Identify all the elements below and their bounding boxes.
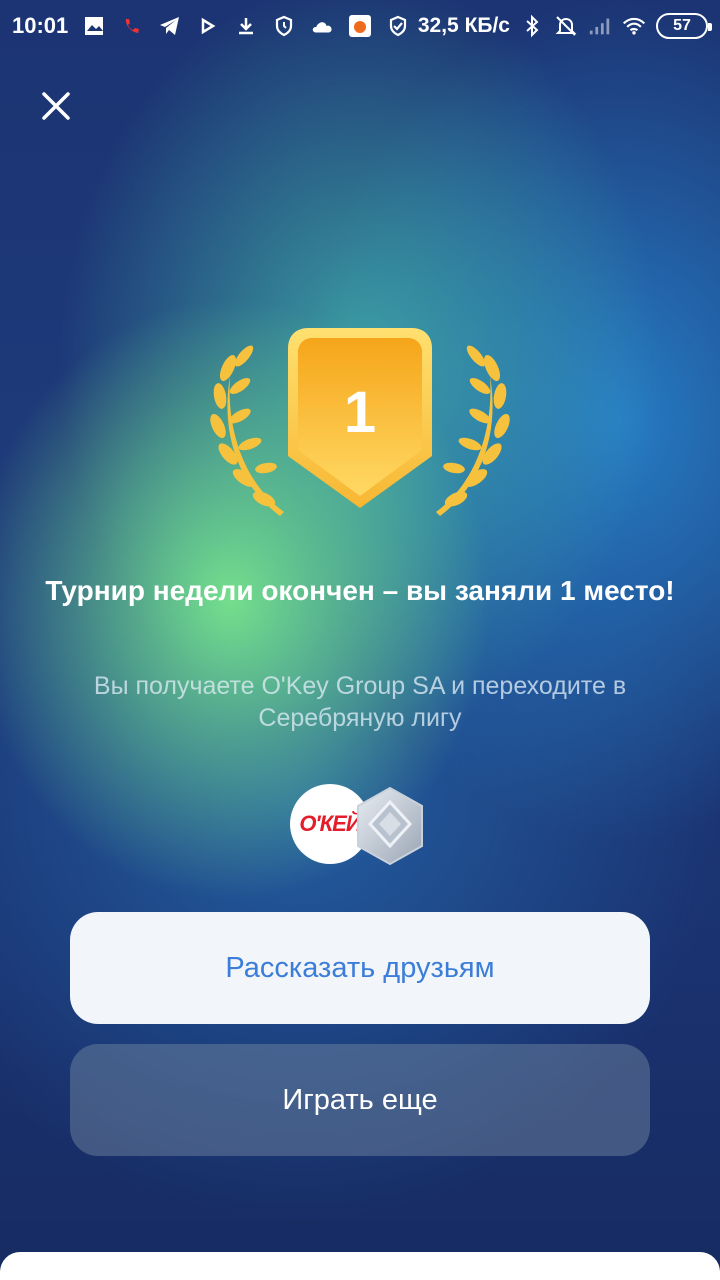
bottom-sheet-edge: [0, 1252, 720, 1280]
close-icon: [42, 92, 70, 120]
telegram-icon: [158, 14, 182, 38]
play-again-button[interactable]: Играть еще: [70, 1044, 650, 1156]
missed-call-icon: [120, 14, 144, 38]
silver-league-icon: [354, 786, 426, 866]
system-status: 32,5 КБ/с 57: [417, 13, 712, 39]
status-time: 10:01: [12, 13, 69, 38]
wifi-icon: [622, 14, 646, 38]
photo-icon: [82, 14, 106, 38]
mute-icon: [554, 14, 578, 38]
notification-icons: [82, 14, 410, 38]
share-button[interactable]: Рассказать друзьям: [70, 912, 650, 1024]
shield-check-icon: [386, 14, 410, 38]
result-subtitle: Вы получаете O'Key Group SA и переходите…: [93, 672, 627, 732]
bluetooth-icon: [520, 14, 544, 38]
shield-icon: [272, 14, 296, 38]
app-icon: [348, 14, 372, 38]
result-title: Турнир недели окончен – вы заняли 1 мест…: [45, 575, 675, 606]
play-icon: [196, 14, 220, 38]
first-place-award: 1: [200, 316, 520, 526]
download-icon: [234, 14, 258, 38]
battery-icon: 57: [656, 13, 712, 39]
place-number: 1: [344, 380, 376, 445]
cloud-icon: [310, 14, 334, 38]
laurel-left-icon: [210, 345, 284, 516]
reward-badges: О'КЕЙ: [288, 784, 438, 866]
status-bar: 10:01 32,5 КБ/с 57: [0, 0, 720, 52]
close-button[interactable]: [34, 84, 78, 128]
signal-icon: [588, 14, 612, 38]
net-speed: 32,5 КБ/с: [417, 14, 510, 37]
laurel-right-icon: [436, 345, 510, 516]
